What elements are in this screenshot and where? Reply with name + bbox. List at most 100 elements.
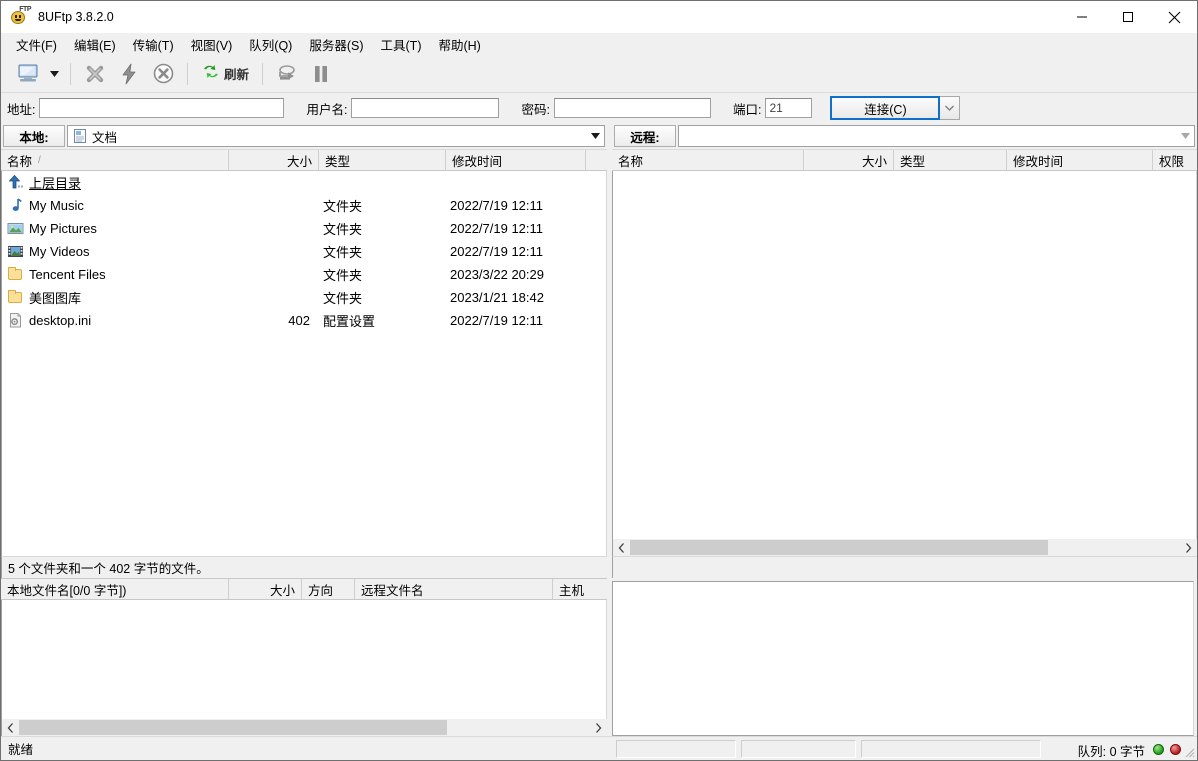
local-row-name-text: My Videos bbox=[29, 244, 90, 259]
menu-queue[interactable]: 队列(Q) bbox=[241, 33, 301, 56]
username-label: 用户名: bbox=[306, 102, 348, 117]
remote-hscrollbar[interactable] bbox=[612, 539, 1197, 556]
local-path-combo[interactable]: 文档 bbox=[67, 125, 605, 147]
remote-path-dropdown-icon[interactable] bbox=[1177, 126, 1194, 146]
queue-col-remotename-label: 远程文件名 bbox=[361, 583, 424, 598]
address-input[interactable] bbox=[39, 98, 285, 118]
close-button[interactable] bbox=[1151, 1, 1197, 33]
queue-col-size[interactable]: 大小 bbox=[229, 579, 302, 599]
log-pane bbox=[612, 578, 1197, 736]
remote-panel-button[interactable]: 远程: bbox=[614, 125, 676, 147]
menu-help[interactable]: 帮助(H) bbox=[430, 33, 489, 56]
menu-edit[interactable]: 编辑(E) bbox=[66, 33, 125, 56]
table-row[interactable]: desktop.ini 402 配置设置 2022/7/19 12:11 bbox=[2, 309, 606, 332]
menu-file[interactable]: 文件(F) bbox=[8, 33, 66, 56]
queue-scroll-left-icon[interactable] bbox=[2, 719, 19, 736]
status-panel-3 bbox=[861, 740, 1041, 758]
remote-col-type[interactable]: 类型 bbox=[894, 150, 1007, 170]
queue-scroll-track[interactable] bbox=[19, 719, 590, 736]
table-row[interactable]: My Pictures 文件夹 2022/7/19 12:11 bbox=[2, 217, 606, 240]
transfer-icon[interactable] bbox=[270, 59, 304, 89]
local-status-text: 5 个文件夹和一个 402 字节的文件。 bbox=[8, 562, 209, 576]
port-label: 端口: bbox=[732, 102, 762, 117]
local-row-type: 文件夹 bbox=[323, 268, 363, 283]
username-input[interactable] bbox=[351, 98, 500, 118]
connect-button[interactable]: 连接(C) bbox=[830, 96, 941, 120]
lightning-icon[interactable] bbox=[112, 59, 146, 89]
menu-transfer[interactable]: 传输(T) bbox=[125, 33, 183, 56]
bottom-split: 本地文件名[0/0 字节]) 大小 方向 远程文件名 主机 bbox=[1, 578, 1197, 736]
queue-pane: 本地文件名[0/0 字节]) 大小 方向 远程文件名 主机 bbox=[1, 578, 607, 736]
site-manager-icon[interactable] bbox=[11, 59, 45, 89]
table-row[interactable]: Tencent Files 文件夹 2023/3/22 20:29 bbox=[2, 263, 606, 286]
main-area: 本地: 文档 名称 / 大小 类型 修改时间 上层目录 My Music 文件夹… bbox=[1, 123, 1197, 736]
refresh-button[interactable]: 刷新 bbox=[195, 59, 255, 89]
local-panel-button[interactable]: 本地: bbox=[3, 125, 65, 147]
table-row[interactable]: My Music 文件夹 2022/7/19 12:11 bbox=[2, 194, 606, 217]
pause-icon[interactable] bbox=[304, 59, 338, 89]
title-bar: FTP 8UFtp 3.8.2.0 bbox=[1, 1, 1197, 33]
local-col-size[interactable]: 大小 bbox=[229, 150, 319, 170]
local-row-name-text: My Music bbox=[29, 198, 84, 213]
remote-col-perm-label: 权限 bbox=[1159, 154, 1185, 169]
queue-hscrollbar[interactable] bbox=[1, 719, 607, 736]
menu-server[interactable]: 服务器(S) bbox=[301, 33, 372, 56]
toolbar-separator-2 bbox=[187, 62, 188, 85]
local-file-list[interactable]: 上层目录 My Music 文件夹 2022/7/19 12:11 My Pic… bbox=[1, 171, 607, 556]
queue-col-remotename[interactable]: 远程文件名 bbox=[355, 579, 553, 599]
local-status-bar: 5 个文件夹和一个 402 字节的文件。 bbox=[1, 556, 607, 578]
remote-col-size-label: 大小 bbox=[861, 154, 887, 169]
port-input[interactable] bbox=[765, 98, 813, 118]
log-output[interactable] bbox=[612, 581, 1194, 736]
local-row-size: 402 bbox=[288, 313, 310, 328]
local-row-date: 2022/7/19 12:11 bbox=[450, 198, 544, 213]
table-row[interactable]: 美图图库 文件夹 2023/1/21 18:42 bbox=[2, 286, 606, 309]
status-queue-text: 队列: 0 字节 bbox=[1077, 745, 1145, 759]
local-path-dropdown-icon[interactable] bbox=[587, 126, 604, 146]
remote-col-perm[interactable]: 权限 bbox=[1153, 150, 1197, 170]
table-row[interactable]: 上层目录 bbox=[2, 171, 606, 194]
remote-col-name[interactable]: 名称 bbox=[612, 150, 804, 170]
remote-file-list[interactable] bbox=[612, 171, 1197, 539]
site-manager-dropdown-icon[interactable] bbox=[45, 59, 63, 89]
menu-view[interactable]: 视图(V) bbox=[183, 33, 242, 56]
queue-col-localname[interactable]: 本地文件名[0/0 字节]) bbox=[1, 579, 229, 599]
table-row[interactable]: My Videos 文件夹 2022/7/19 12:11 bbox=[2, 240, 606, 263]
local-col-date[interactable]: 修改时间 bbox=[446, 150, 586, 170]
remote-scroll-track[interactable] bbox=[630, 539, 1180, 556]
remote-col-date[interactable]: 修改时间 bbox=[1007, 150, 1153, 170]
local-col-date-label: 修改时间 bbox=[452, 154, 503, 169]
remote-scroll-thumb[interactable] bbox=[630, 540, 1048, 555]
queue-col-direction[interactable]: 方向 bbox=[302, 579, 355, 599]
remote-pane: 远程: 名称 大小 类型 修改时间 权限 bbox=[612, 123, 1197, 578]
local-row-name: My Music bbox=[2, 197, 230, 214]
resize-grip-icon[interactable] bbox=[1183, 746, 1195, 758]
menu-help-label: 帮助(H) bbox=[438, 38, 481, 53]
queue-list[interactable] bbox=[1, 600, 607, 719]
local-row-date: 2023/1/21 18:42 bbox=[450, 290, 544, 305]
queue-col-direction-label: 方向 bbox=[308, 583, 334, 598]
minimize-button[interactable] bbox=[1059, 1, 1105, 33]
queue-col-host[interactable]: 主机 bbox=[553, 579, 607, 599]
chevron-down-icon bbox=[945, 105, 955, 111]
menu-file-label: 文件(F) bbox=[16, 38, 57, 53]
pictures-icon bbox=[7, 220, 24, 237]
remote-path-combo[interactable] bbox=[678, 125, 1195, 147]
remote-col-size[interactable]: 大小 bbox=[804, 150, 894, 170]
remote-scroll-right-icon[interactable] bbox=[1180, 539, 1197, 556]
queue-scroll-thumb[interactable] bbox=[19, 720, 448, 735]
queue-scroll-right-icon[interactable] bbox=[590, 719, 607, 736]
connect-dropdown-button[interactable] bbox=[940, 96, 961, 120]
menu-queue-label: 队列(Q) bbox=[249, 38, 293, 53]
local-row-name: My Videos bbox=[2, 243, 230, 260]
password-input[interactable] bbox=[553, 98, 711, 118]
menu-tools[interactable]: 工具(T) bbox=[373, 33, 431, 56]
disconnect-x-icon[interactable] bbox=[78, 59, 112, 89]
local-col-name[interactable]: 名称 / bbox=[1, 150, 229, 170]
local-col-type[interactable]: 类型 bbox=[319, 150, 446, 170]
local-pane: 本地: 文档 名称 / 大小 类型 修改时间 上层目录 My Music 文件夹… bbox=[1, 123, 607, 578]
maximize-button[interactable] bbox=[1105, 1, 1151, 33]
remote-scroll-left-icon[interactable] bbox=[613, 539, 630, 556]
menu-bar: 文件(F) 编辑(E) 传输(T) 视图(V) 队列(Q) 服务器(S) 工具(… bbox=[1, 33, 1197, 55]
stop-circle-icon[interactable] bbox=[146, 59, 180, 89]
